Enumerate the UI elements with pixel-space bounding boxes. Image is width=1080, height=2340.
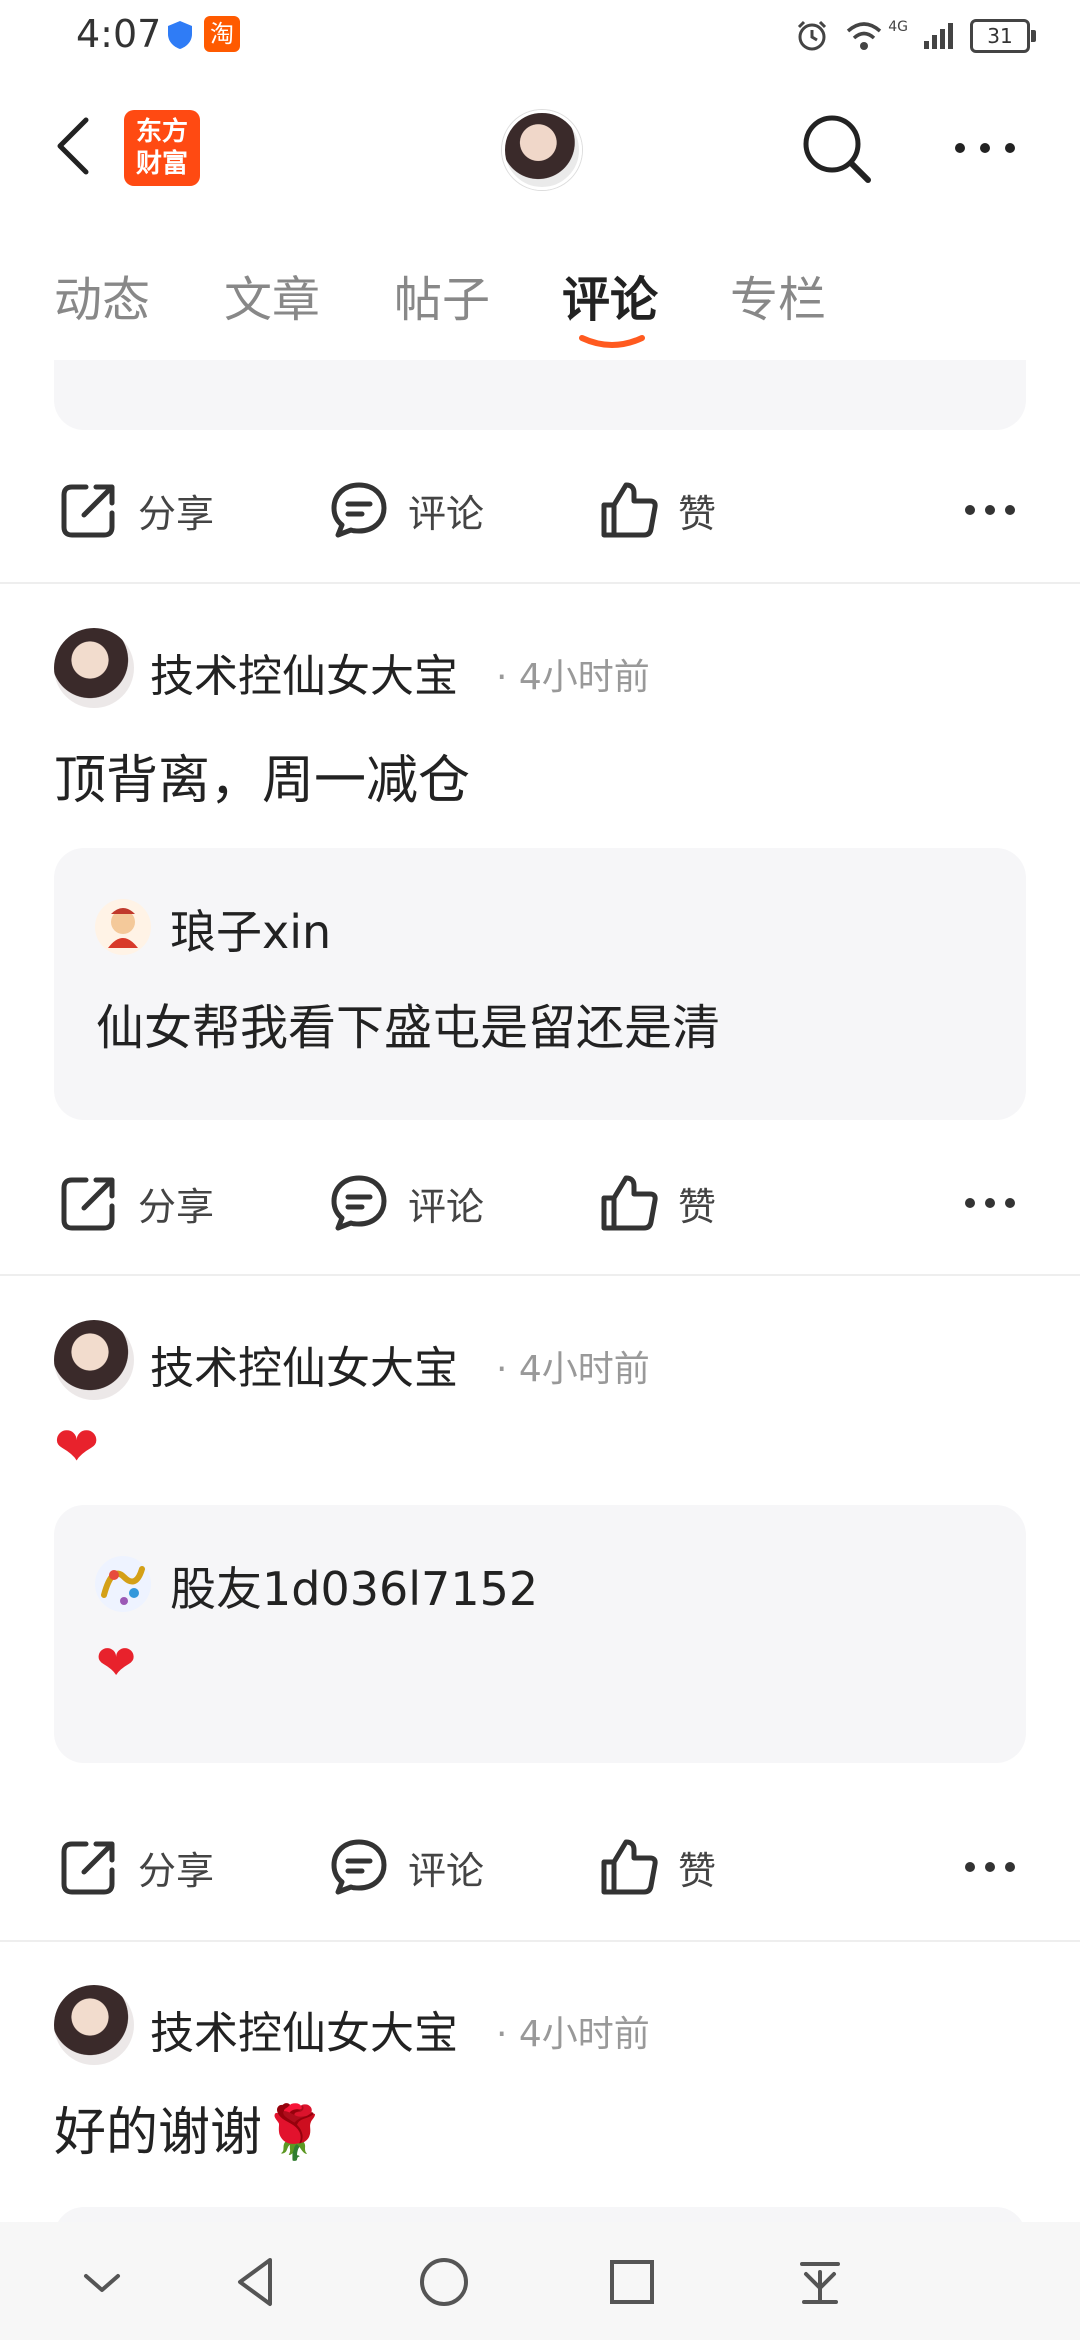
- post-actions: 分享 评论 赞: [0, 1148, 1080, 1258]
- post-actions: 分享 评论 赞: [0, 455, 1080, 565]
- post-actions: 分享 评论 赞: [0, 1812, 1080, 1922]
- share-button[interactable]: 分享: [58, 455, 214, 565]
- comment-text: 好的谢谢🌹: [54, 2103, 327, 2163]
- profile-avatar[interactable]: [502, 110, 582, 190]
- quoted-text: 仙女帮我看下盛屯是留还是清: [96, 1000, 721, 1056]
- like-button[interactable]: 赞: [598, 455, 716, 565]
- share-icon: [61, 1177, 115, 1231]
- battery-icon: 31: [970, 19, 1036, 53]
- quoted-post[interactable]: 股友1d036l7152 ❤: [54, 1505, 1026, 1763]
- comment-button[interactable]: 评论: [328, 1812, 484, 1922]
- more-icon[interactable]: [960, 1188, 1020, 1218]
- profile-tabs: 动态 文章 帖子 评论 专栏: [0, 230, 1080, 360]
- logo-line-2: 财富: [135, 149, 188, 179]
- comment-text: ❤: [54, 1415, 100, 1478]
- author-name[interactable]: 技术控仙女大宝: [150, 640, 458, 704]
- shield-icon: [168, 21, 192, 49]
- quoted-text: ❤: [96, 1635, 137, 1691]
- share-label: 分享: [138, 1848, 215, 1893]
- comment-item: 技术控仙女大宝 · 4小时前 好的谢谢🌹: [0, 1985, 1080, 2247]
- quoted-author-name: 琅子xin: [170, 905, 332, 959]
- share-icon: [61, 484, 115, 538]
- signal-icon: [924, 23, 953, 49]
- like-label: 赞: [678, 491, 717, 536]
- tab-columns[interactable]: 专栏: [730, 260, 826, 330]
- status-bar: 4:07 淘 4G 31: [0, 0, 1080, 72]
- alarm-icon: [798, 20, 827, 51]
- more-options-icon[interactable]: [950, 138, 1020, 158]
- top-bar: 东方 财富: [0, 72, 1080, 222]
- search-icon[interactable]: [798, 110, 874, 186]
- author-avatar[interactable]: [54, 628, 134, 708]
- quoted-author-avatar: [95, 899, 151, 955]
- share-label: 分享: [138, 1184, 215, 1229]
- active-tab-indicator: [579, 335, 645, 348]
- tab-dynamics[interactable]: 动态: [54, 260, 150, 330]
- chevron-down-icon[interactable]: [72, 2252, 132, 2312]
- quoted-post[interactable]: 琅子xin 仙女帮我看下盛屯是留还是清: [54, 848, 1026, 1120]
- recents-square-icon[interactable]: [602, 2252, 662, 2312]
- wifi-icon: [847, 22, 882, 50]
- divider: [0, 1940, 1080, 1942]
- quoted-author-name: 股友1d036l7152: [170, 1562, 539, 1616]
- comment-label: 评论: [408, 491, 485, 536]
- share-button[interactable]: 分享: [58, 1148, 214, 1258]
- author-name[interactable]: 技术控仙女大宝: [150, 1997, 458, 2061]
- comment-icon: [331, 1839, 387, 1895]
- comment-text: 顶背离，周一减仓: [54, 751, 471, 811]
- logo-line-1: 东方: [135, 117, 188, 147]
- pull-down-icon[interactable]: [790, 2252, 850, 2312]
- like-button[interactable]: 赞: [598, 1148, 716, 1258]
- divider: [0, 1274, 1080, 1276]
- thumbs-up-icon: [601, 482, 658, 538]
- comment-icon: [331, 482, 387, 538]
- thumbs-up-icon: [601, 1175, 658, 1231]
- more-icon[interactable]: [960, 1852, 1020, 1882]
- taobao-app-icon: 淘: [204, 16, 240, 52]
- comment-item: 技术控仙女大宝 · 4小时前 ❤ 股友1d036l7152 ❤: [0, 1320, 1080, 1770]
- previous-quote-card: [54, 360, 1026, 430]
- status-time: 4:07: [76, 12, 162, 56]
- like-button[interactable]: 赞: [598, 1812, 716, 1922]
- author-avatar[interactable]: [54, 1320, 134, 1400]
- comment-label: 评论: [408, 1184, 485, 1229]
- comment-button[interactable]: 评论: [328, 1148, 484, 1258]
- network-type-label: 4G: [888, 19, 908, 35]
- tab-comments[interactable]: 评论: [562, 260, 658, 330]
- share-icon: [61, 1841, 115, 1895]
- comment-item: 技术控仙女大宝 · 4小时前 顶背离，周一减仓 琅子xin 仙女帮我看下盛屯是留…: [0, 628, 1080, 1120]
- share-label: 分享: [138, 491, 215, 536]
- author-name[interactable]: 技术控仙女大宝: [150, 1332, 458, 1396]
- post-time: · 4小时前: [496, 2014, 650, 2055]
- comment-icon: [331, 1175, 387, 1231]
- share-button[interactable]: 分享: [58, 1812, 214, 1922]
- status-icons: 4G 31: [794, 16, 1036, 56]
- comment-label: 评论: [408, 1848, 485, 1893]
- back-arrow-icon[interactable]: [52, 116, 92, 176]
- like-label: 赞: [678, 1184, 717, 1229]
- system-navigation-bar: [0, 2222, 1080, 2340]
- tab-posts[interactable]: 帖子: [394, 260, 490, 330]
- app-logo[interactable]: 东方 财富: [124, 110, 200, 186]
- post-time: · 4小时前: [496, 1349, 650, 1390]
- like-label: 赞: [678, 1848, 717, 1893]
- back-triangle-icon[interactable]: [226, 2252, 286, 2312]
- home-circle-icon[interactable]: [414, 2252, 474, 2312]
- more-icon[interactable]: [960, 495, 1020, 525]
- author-avatar[interactable]: [54, 1985, 134, 2065]
- comment-button[interactable]: 评论: [328, 455, 484, 565]
- tab-articles[interactable]: 文章: [224, 260, 320, 330]
- post-time: · 4小时前: [496, 657, 650, 698]
- thumbs-up-icon: [601, 1839, 658, 1895]
- divider: [0, 582, 1080, 584]
- quoted-author-avatar: [95, 1556, 151, 1612]
